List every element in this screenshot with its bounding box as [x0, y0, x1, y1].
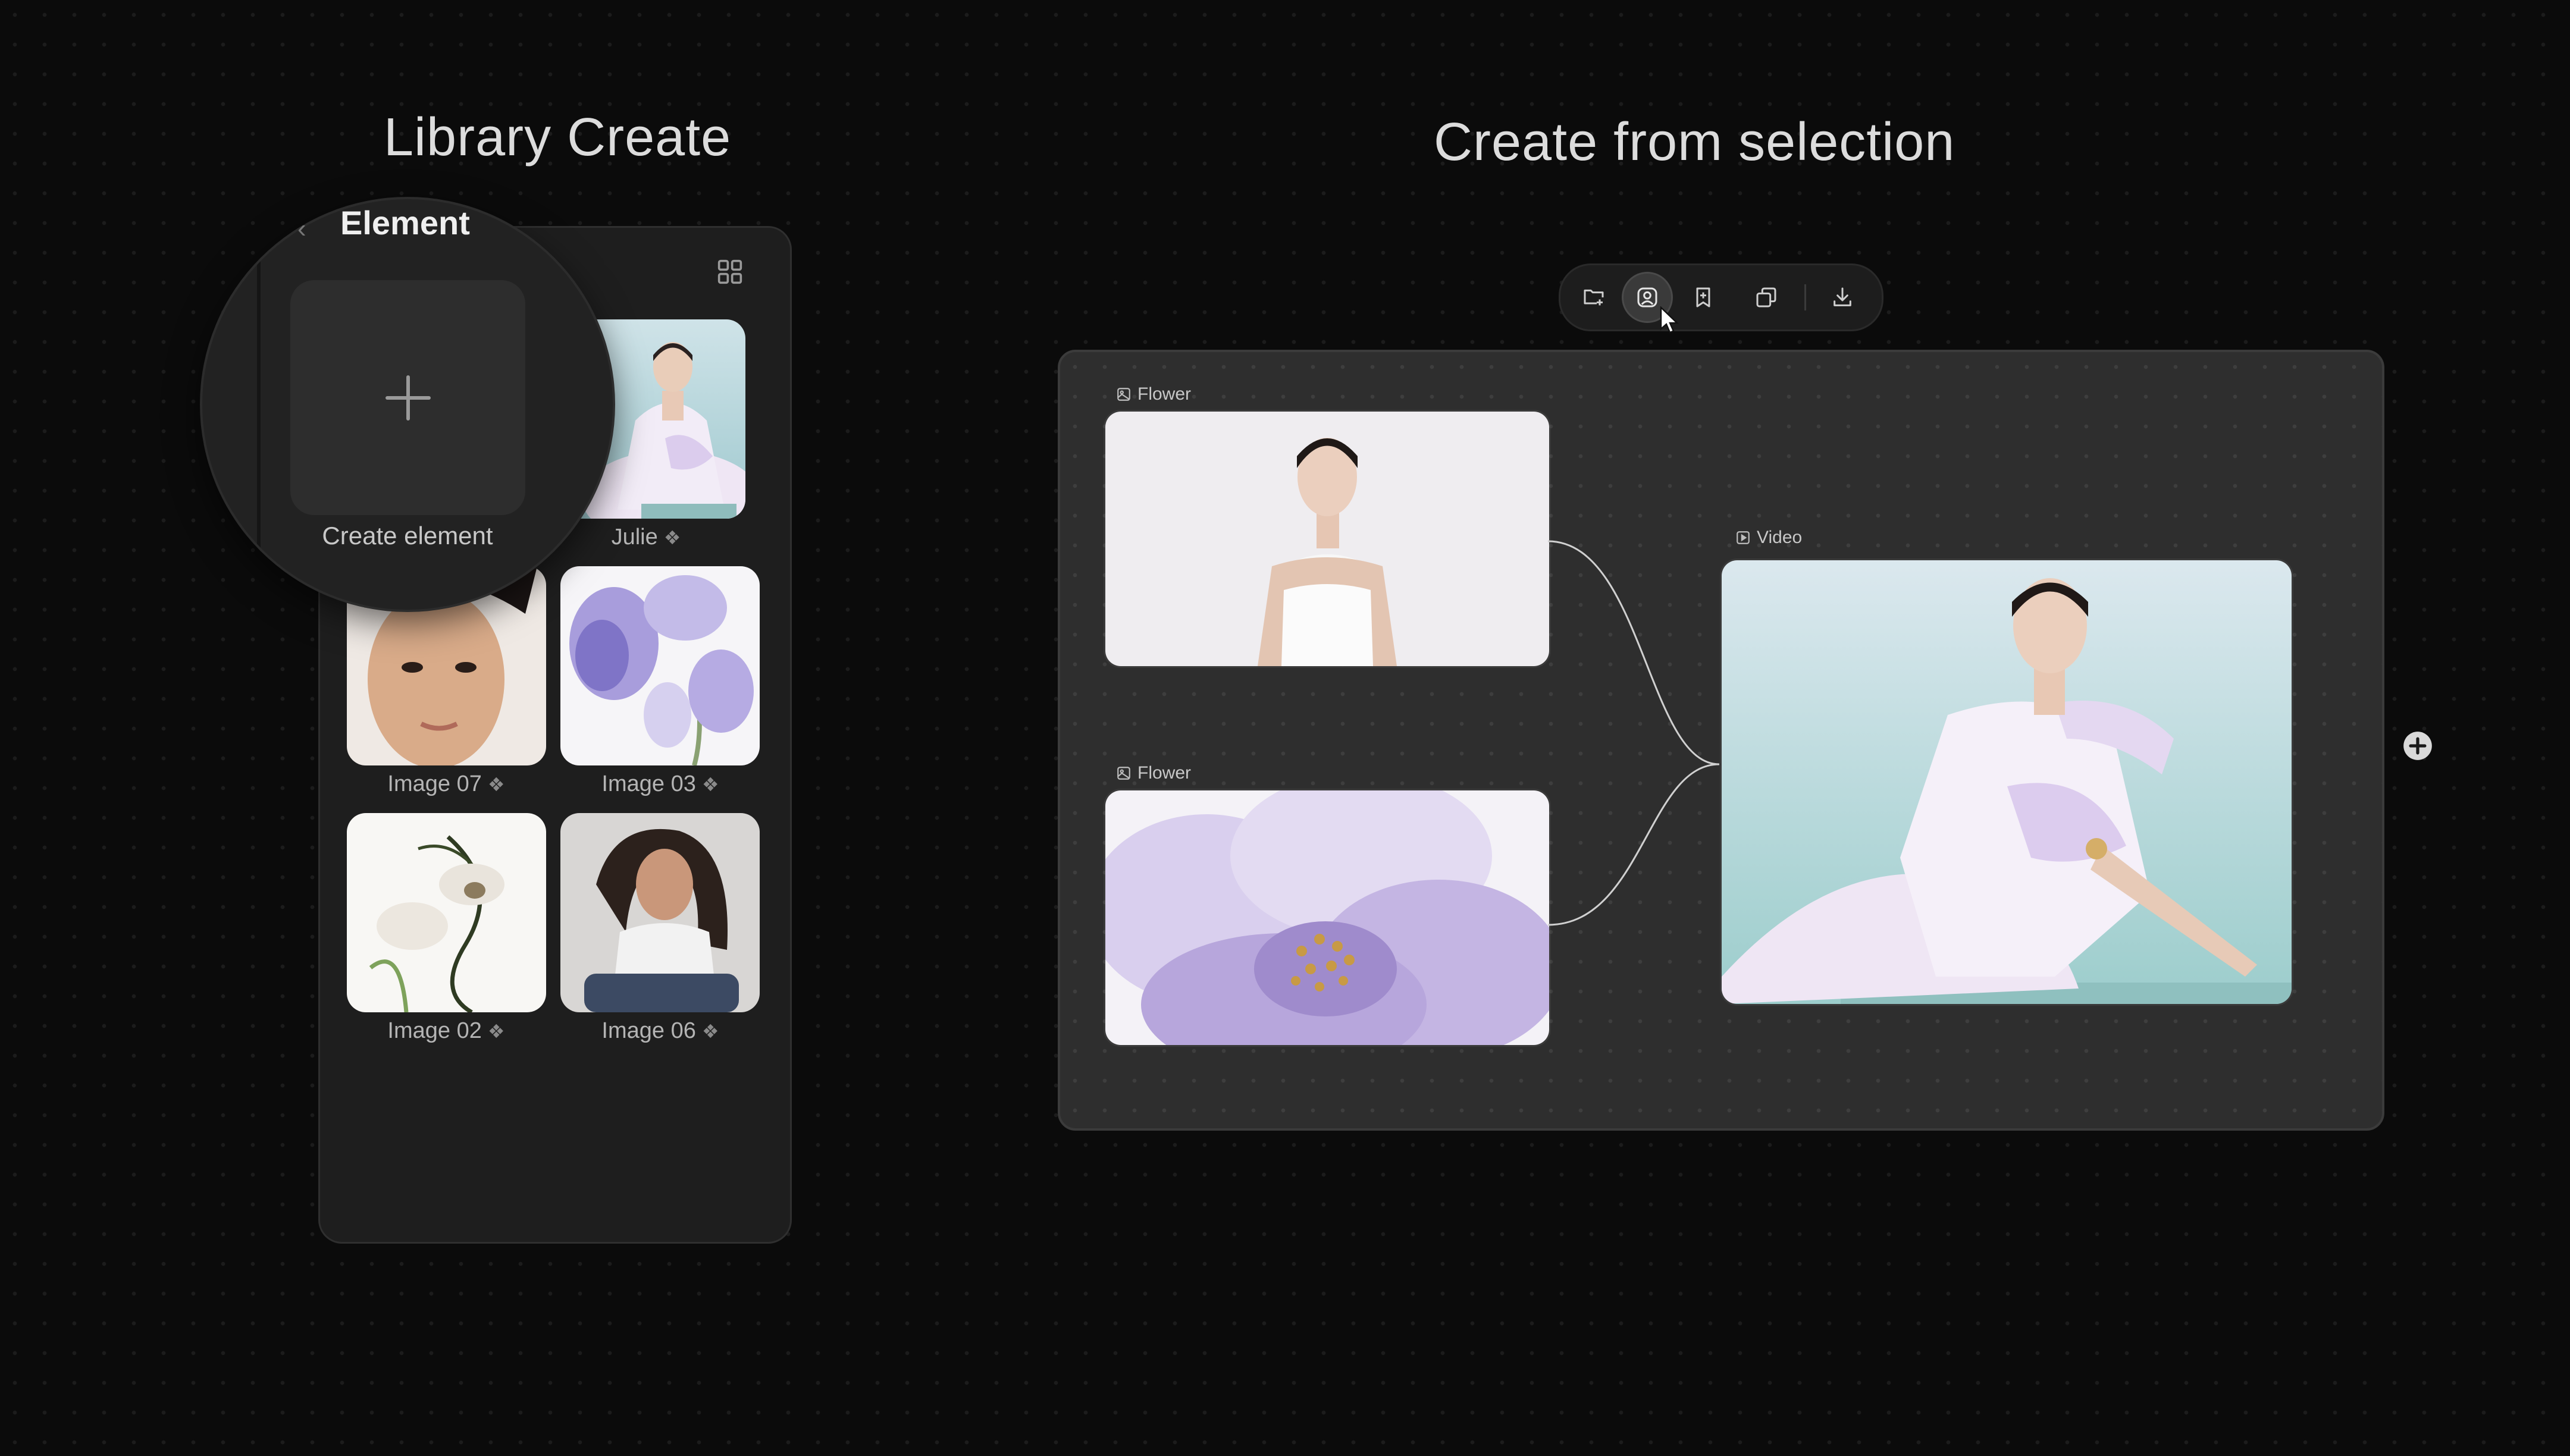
library-item-label: Image 03 ❖ — [535, 771, 785, 797]
video-node-output[interactable] — [1722, 560, 2292, 1004]
seated-woman-image — [560, 813, 760, 1012]
image-icon — [1117, 388, 1130, 401]
orchid-image — [347, 813, 546, 1012]
magnifier-lens: Create element — [202, 199, 613, 610]
image-node-flower-portrait[interactable] — [1105, 412, 1549, 666]
node-label-text: Flower — [1137, 763, 1192, 783]
library-create-heading: Library Create — [384, 108, 732, 167]
panel-title: Element — [340, 204, 470, 241]
image-icon — [1117, 767, 1130, 780]
grid-icon[interactable] — [717, 259, 743, 285]
item-name: Image 03 — [601, 771, 696, 796]
node-label: Video — [1735, 528, 1802, 548]
library-item-label: Image 06 ❖ — [535, 1018, 785, 1044]
create-from-selection-heading: Create from selection — [1434, 112, 1955, 172]
node-label: Flower — [1116, 384, 1191, 404]
library-item-label: Image 02 ❖ — [321, 1018, 571, 1044]
plus-icon — [406, 375, 410, 421]
element-icon: ❖ — [701, 1021, 719, 1042]
node-canvas[interactable]: Flower Flower Video — [1058, 350, 2384, 1131]
duplicate-button[interactable] — [1742, 274, 1790, 321]
element-icon: ❖ — [701, 774, 719, 795]
toolbar-divider — [1804, 284, 1806, 310]
add-node-button[interactable] — [2402, 730, 2433, 761]
woman-white-dress-image — [1105, 412, 1549, 666]
element-icon: ❖ — [487, 774, 505, 795]
bookmark-button[interactable] — [1679, 274, 1727, 321]
create-element-button[interactable] — [290, 280, 525, 515]
create-element-label: Create element — [322, 522, 493, 550]
mouse-cursor-icon — [1660, 306, 1679, 334]
selection-toolbar — [1559, 263, 1883, 331]
element-icon: ❖ — [487, 1021, 505, 1042]
item-name: Image 06 — [601, 1018, 696, 1043]
node-label: Flower — [1116, 763, 1191, 783]
woman-gown-video-frame — [1722, 560, 2292, 1004]
folder-add-icon — [1584, 289, 1604, 306]
add-to-folder-button[interactable] — [1570, 274, 1618, 321]
node-label-text: Flower — [1137, 384, 1192, 404]
node-label-text: Video — [1757, 528, 1803, 547]
back-chevron-icon[interactable]: ‹ — [297, 214, 306, 244]
download-button[interactable] — [1819, 274, 1866, 321]
library-item-image-02[interactable] — [347, 813, 546, 1012]
video-icon — [1737, 531, 1750, 544]
create-element-icon — [1637, 287, 1657, 307]
element-icon: ❖ — [663, 527, 681, 548]
item-name: Image 02 — [387, 1018, 482, 1043]
image-node-flower-bloom[interactable] — [1105, 790, 1549, 1045]
duplicate-icon — [1756, 287, 1776, 307]
download-icon — [1834, 287, 1851, 306]
library-item-image-06[interactable] — [560, 813, 760, 1012]
library-item-label: Image 07 ❖ — [321, 771, 571, 797]
bookmark-icon — [1696, 287, 1710, 307]
item-name: Image 07 — [387, 771, 482, 796]
item-name: Julie — [611, 525, 658, 550]
lavender-flower-image — [1105, 790, 1549, 1045]
